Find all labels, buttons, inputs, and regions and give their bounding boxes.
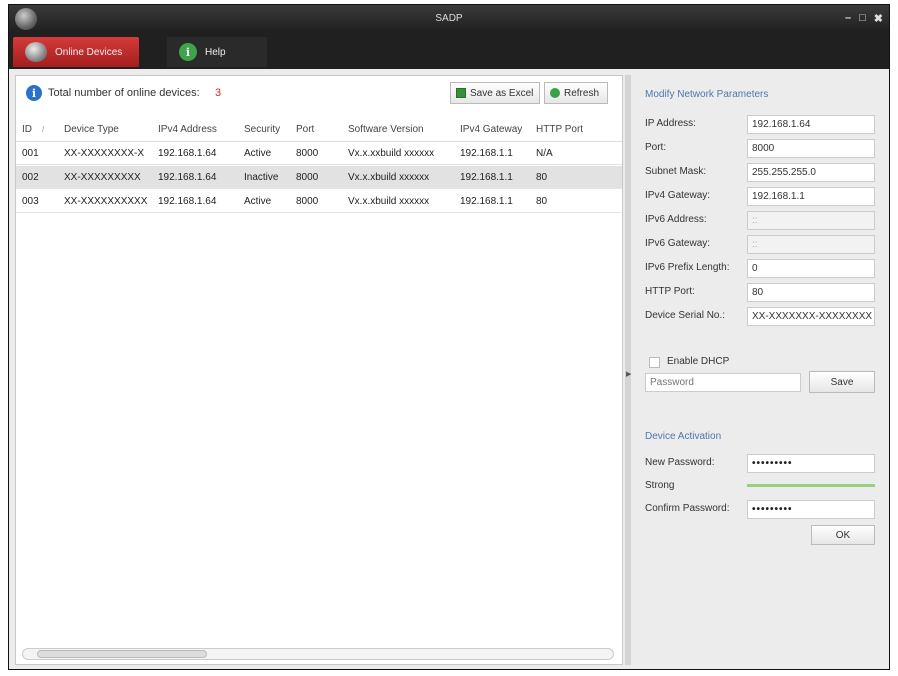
table-row[interactable]: 001 XX-XXXXXXXX-X 192.168.1.64 Active 8000 Vx… [16, 142, 622, 165]
tab-online-devices-label: Online Devices [55, 46, 123, 58]
cell-security: Active [244, 196, 272, 207]
cell-port: 8000 [296, 172, 319, 183]
cell-software-version: Vx.x.xbuild xxxxxx [348, 172, 430, 183]
column-header-http-port[interactable]: HTTP Port [536, 124, 583, 135]
field-input[interactable]: 8000 [747, 139, 875, 158]
refresh-icon [550, 88, 560, 98]
strength-label: Strong [645, 480, 675, 491]
field-label: IPv4 Gateway: [645, 190, 711, 201]
field-label: IPv6 Prefix Length: [645, 262, 730, 273]
column-header-id[interactable]: ID [22, 124, 32, 135]
table-row[interactable]: 002 XX-XXXXXXXXX 192.168.1.64 Inactive 8000 V… [16, 166, 622, 189]
refresh-button[interactable]: Refresh [544, 82, 608, 104]
cell-http-port: 80 [536, 196, 548, 207]
cell-security: Active [244, 148, 272, 159]
sadp-window: SADP – □ ✖ Online Devices i Help i Total… [8, 4, 890, 670]
confirm-password-label: Confirm Password: [645, 503, 730, 514]
field-input[interactable]: 192.168.1.1 [747, 187, 875, 206]
maximize-icon[interactable]: □ [859, 12, 866, 25]
field-label: Device Serial No.: [645, 310, 726, 321]
panel-splitter[interactable]: ▶ [625, 75, 631, 665]
field-label: IPv6 Address: [645, 214, 707, 225]
column-header-security[interactable]: Security [244, 124, 280, 135]
enable-dhcp-checkbox[interactable] [649, 357, 660, 368]
close-icon[interactable]: ✖ [874, 12, 883, 25]
field-input[interactable]: 80 [747, 283, 875, 302]
tab-help[interactable]: i Help [167, 37, 267, 67]
field-input: :: [747, 211, 875, 230]
cell-http-port: 80 [536, 172, 548, 183]
field-label: Subnet Mask: [645, 166, 707, 177]
total-devices-label: Total number of online devices: [48, 87, 200, 99]
cell-ipv4-address: 192.168.1.64 [158, 196, 217, 207]
field-label: IP Address: [645, 118, 696, 129]
scrollbar-thumb[interactable] [37, 650, 207, 658]
field-input[interactable]: 255.255.255.0 [747, 163, 875, 182]
column-header-port[interactable]: Port [296, 124, 314, 135]
cell-device-type: XX-XXXXXXXX-X [64, 148, 145, 159]
excel-icon [456, 88, 466, 98]
field-label: HTTP Port: [645, 286, 695, 297]
title-bar: SADP – □ ✖ [9, 5, 889, 33]
cell-ipv4-gateway: 192.168.1.1 [460, 196, 513, 207]
cell-id: 003 [22, 196, 39, 207]
field-input[interactable]: 0 [747, 259, 875, 278]
password-strength-bar [747, 484, 875, 487]
field-label: Port: [645, 142, 667, 153]
cell-software-version: Vx.x.xbuild xxxxxx [348, 196, 430, 207]
window-controls: – □ ✖ [845, 12, 883, 25]
minimize-icon[interactable]: – [845, 12, 851, 25]
confirm-password-field[interactable]: ••••••••• [747, 500, 875, 519]
new-password-label: New Password: [645, 457, 715, 468]
cell-id: 001 [22, 148, 39, 159]
window-title: SADP [435, 13, 463, 24]
save-as-excel-button[interactable]: Save as Excel [450, 82, 540, 104]
cell-id: 002 [22, 172, 39, 183]
device-toolbar: i Total number of online devices: 3 Save… [16, 76, 622, 110]
cell-security: Inactive [244, 172, 279, 183]
tab-help-label: Help [205, 46, 226, 58]
column-header-ipv4-address[interactable]: IPv4 Address [158, 124, 217, 135]
table-row[interactable]: 003 XX-XXXXXXXXXX 192.168.1.64 Active 8000 Vx… [16, 190, 622, 213]
collapse-arrow-icon[interactable]: ▶ [626, 370, 631, 378]
devices-icon [25, 42, 47, 62]
field-input: :: [747, 235, 875, 254]
ok-button[interactable]: OK [811, 525, 875, 545]
cell-software-version: Vx.x.xxbuild xxxxxx [348, 148, 435, 159]
new-password-field[interactable]: ••••••••• [747, 454, 875, 473]
save-button[interactable]: Save [809, 371, 875, 393]
cell-port: 8000 [296, 148, 319, 159]
refresh-label: Refresh [564, 87, 600, 99]
column-header-device-type[interactable]: Device Type [64, 124, 119, 135]
password-field[interactable] [645, 373, 801, 392]
main-content: i Total number of online devices: 3 Save… [9, 69, 889, 669]
column-header-software-version[interactable]: Software Version [348, 124, 424, 135]
cell-ipv4-address: 192.168.1.64 [158, 172, 217, 183]
total-devices-count: 3 [215, 87, 222, 99]
cell-ipv4-address: 192.168.1.64 [158, 148, 217, 159]
field-input[interactable]: 192.168.1.64 [747, 115, 875, 134]
info-icon: i [26, 85, 42, 101]
modify-parameters-panel: Modify Network Parameters IP Address: 192… [633, 75, 883, 665]
field-input[interactable]: XX-XXXXXXX-XXXXXXXX [747, 307, 875, 326]
cell-device-type: XX-XXXXXXXXXX [64, 196, 148, 207]
sort-icon: / [42, 125, 45, 134]
horizontal-scrollbar[interactable] [22, 648, 614, 660]
cell-http-port: N/A [536, 148, 553, 159]
cell-port: 8000 [296, 196, 319, 207]
cell-ipv4-gateway: 192.168.1.1 [460, 148, 513, 159]
tab-online-devices[interactable]: Online Devices [13, 37, 139, 67]
column-header-ipv4-gateway[interactable]: IPv4 Gateway [460, 124, 522, 135]
help-icon: i [179, 43, 197, 61]
table-header: ID / Device Type IPv4 Address Security P… [16, 116, 622, 142]
save-as-excel-label: Save as Excel [470, 87, 534, 99]
device-list-panel: i Total number of online devices: 3 Save… [15, 75, 623, 665]
field-label: IPv6 Gateway: [645, 238, 711, 249]
cell-ipv4-gateway: 192.168.1.1 [460, 172, 513, 183]
tab-bar: Online Devices i Help [9, 33, 889, 69]
cell-device-type: XX-XXXXXXXXX [64, 172, 141, 183]
modify-network-title: Modify Network Parameters [645, 89, 769, 100]
device-activation-title: Device Activation [645, 431, 722, 442]
enable-dhcp-label: Enable DHCP [667, 356, 730, 367]
